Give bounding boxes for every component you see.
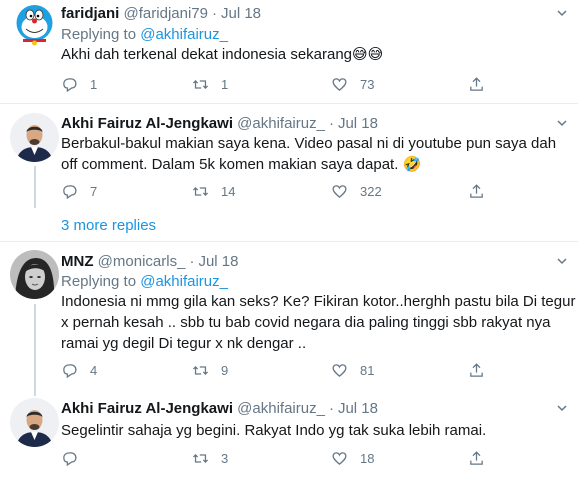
retweet-count: 14 (221, 184, 236, 199)
tweet-header: MNZ @monicarls_ · Jul 18 (61, 252, 238, 271)
retweet-icon (192, 366, 209, 375)
divider (0, 103, 578, 104)
retweet-count: 9 (221, 363, 229, 378)
retweet-count: 3 (221, 451, 229, 466)
display-name[interactable]: Akhi Fairuz Al-Jengkawi (61, 400, 233, 417)
user-handle[interactable]: @akhifairuz_ (237, 115, 325, 132)
emoji: 🤣 (402, 155, 422, 173)
replying-to: Replying to @akhifairuz_ (61, 25, 228, 44)
display-name[interactable]: faridjani (61, 5, 119, 22)
display-name[interactable]: Akhi Fairuz Al-Jengkawi (61, 115, 233, 132)
retweet-button[interactable]: 9 (192, 362, 228, 379)
mention-link[interactable]: @akhifairuz_ (140, 273, 228, 290)
tweet-header: faridjani @faridjani79 · Jul 18 (61, 4, 261, 23)
tweet-header: Akhi Fairuz Al-Jengkawi @akhifairuz_ · Jul… (61, 399, 378, 418)
tweet-date[interactable]: Jul 18 (338, 400, 378, 417)
share-button[interactable] (468, 76, 497, 93)
retweet-button[interactable]: 1 (192, 76, 228, 93)
like-button[interactable]: 18 (331, 450, 374, 467)
tweet-text-content: Akhi dah terkenal dekat indonesia sekara… (61, 46, 353, 63)
reply-button[interactable]: 1 (61, 76, 97, 93)
mention-link[interactable]: @akhifairuz_ (140, 26, 228, 43)
retweet-icon (192, 80, 209, 89)
user-handle[interactable]: @akhifairuz_ (237, 400, 325, 417)
retweet-count: 1 (221, 77, 229, 92)
reply-icon (63, 185, 77, 200)
separator-dot: · (211, 5, 217, 22)
user-handle[interactable]: @monicarls_ (98, 253, 186, 270)
thread-line (34, 304, 36, 396)
chevron-down-icon[interactable] (555, 6, 569, 20)
like-count: 81 (360, 363, 375, 378)
chevron-down-icon[interactable] (555, 254, 569, 268)
tweet-text-content: off comment. Dalam 5k komen makian saya … (61, 156, 399, 173)
more-replies-link[interactable]: 3 more replies (61, 217, 156, 234)
tweet-text-line: x pernah kesah .. sbb tu bab covid negar… (61, 314, 551, 331)
avatar[interactable] (10, 113, 59, 162)
share-button[interactable] (468, 362, 497, 379)
heart-icon (332, 185, 347, 198)
like-button[interactable]: 322 (331, 183, 382, 200)
reply-button[interactable]: 4 (61, 362, 97, 379)
tweet-text-line: ramai yg degil Di tegur x nk dengar .. (61, 335, 307, 352)
reply-count: 7 (90, 184, 98, 199)
chevron-down-icon[interactable] (555, 116, 569, 130)
like-count: 18 (360, 451, 375, 466)
share-button[interactable] (468, 183, 497, 200)
like-button[interactable]: 73 (331, 76, 374, 93)
avatar[interactable] (10, 250, 59, 299)
reply-icon (63, 364, 77, 379)
reply-icon (63, 78, 77, 93)
emoji: 😅😅 (352, 45, 384, 63)
share-icon (470, 451, 483, 465)
retweet-button[interactable]: 3 (192, 450, 228, 467)
share-icon (470, 77, 483, 91)
retweet-button[interactable]: 14 (192, 183, 235, 200)
avatar[interactable] (10, 1, 59, 50)
tweet-text-line: Berbakul-bakul makian saya kena. Video p… (61, 135, 557, 152)
replying-to-label: Replying to (61, 26, 137, 43)
heart-icon (332, 78, 347, 91)
tweet-text: Indonesia ni mmg gila kan seks? Ke? Fiki… (61, 291, 576, 354)
user-handle[interactable]: @faridjani79 (124, 5, 208, 22)
reply-count: 4 (90, 363, 98, 378)
separator-dot: · (328, 400, 334, 417)
thread-line (34, 166, 36, 208)
retweet-icon (192, 454, 209, 463)
heart-icon (332, 452, 347, 465)
reply-button[interactable] (61, 450, 90, 467)
tweet-text-line: Indonesia ni mmg gila kan seks? Ke? Fiki… (61, 293, 576, 310)
tweet-date[interactable]: Jul 18 (198, 253, 238, 270)
tweet-date[interactable]: Jul 18 (221, 5, 261, 22)
replying-to-label: Replying to (61, 273, 137, 290)
tweet-text: Segelintir sahaja yg begini. Rakyat Indo… (61, 420, 561, 441)
separator-dot: · (189, 253, 195, 270)
tweet-text: Akhi dah terkenal dekat indonesia sekara… (61, 44, 561, 65)
share-icon (470, 363, 483, 377)
display-name[interactable]: MNZ (61, 253, 94, 270)
tweet-header: Akhi Fairuz Al-Jengkawi @akhifairuz_ · Jul… (61, 114, 378, 133)
separator-dot: · (328, 115, 334, 132)
divider (0, 241, 578, 242)
share-button[interactable] (468, 450, 497, 467)
like-count: 322 (360, 184, 382, 199)
tweet-text: Berbakul-bakul makian saya kena. Video p… (61, 133, 561, 175)
like-button[interactable]: 81 (331, 362, 374, 379)
reply-count: 1 (90, 77, 98, 92)
tweet-text-line: Segelintir sahaja yg begini. Rakyat Indo… (61, 422, 487, 439)
share-icon (470, 184, 483, 198)
heart-icon (332, 364, 347, 377)
tweet-text-line: off comment. Dalam 5k komen makian saya … (61, 154, 561, 175)
reply-icon (63, 452, 77, 467)
avatar[interactable] (10, 398, 59, 447)
replying-to: Replying to @akhifairuz_ (61, 272, 228, 291)
like-count: 73 (360, 77, 375, 92)
reply-button[interactable]: 7 (61, 183, 97, 200)
tweet-date[interactable]: Jul 18 (338, 115, 378, 132)
chevron-down-icon[interactable] (555, 401, 569, 415)
retweet-icon (192, 187, 209, 196)
